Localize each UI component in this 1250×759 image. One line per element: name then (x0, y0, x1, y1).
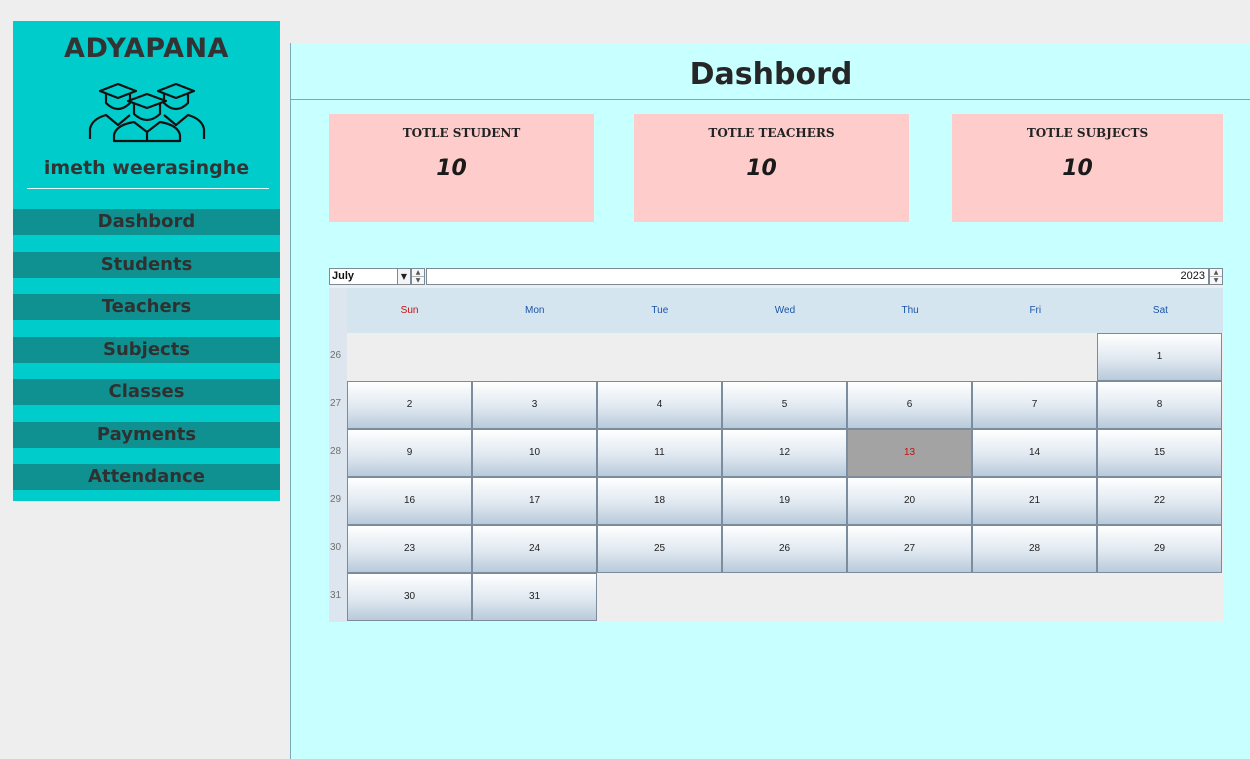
day-button[interactable]: 28 (972, 525, 1097, 573)
nav-item-students[interactable]: Students (13, 252, 280, 278)
spin-up-icon[interactable]: ▲ (412, 269, 424, 276)
stat-value: 10 (436, 156, 467, 181)
day-of-week-label: Sun (400, 305, 419, 316)
chevron-down-icon[interactable]: ▼ (398, 268, 411, 285)
stat-value: 10 (746, 156, 777, 181)
day-button[interactable]: 31 (472, 573, 597, 621)
week-number: 28 (330, 446, 342, 457)
day-button[interactable]: 21 (972, 477, 1097, 525)
day-button[interactable]: 12 (722, 429, 847, 477)
user-name: imeth weerasinghe (43, 157, 250, 179)
day-button[interactable]: 10 (472, 429, 597, 477)
day-button[interactable]: 19 (722, 477, 847, 525)
year-spinner[interactable]: ▲ ▼ (1209, 268, 1223, 285)
day-button-selected[interactable]: 13 (847, 429, 972, 477)
day-button[interactable]: 24 (472, 525, 597, 573)
sidebar-divider (27, 188, 269, 189)
day-button[interactable]: 1 (1097, 333, 1222, 381)
day-of-week-label: Sat (1152, 305, 1168, 316)
calendar: July ▼ ▲ ▼ 2023 ▲ ▼ Sun Mon Tue Wed Thu Fr… (329, 268, 1223, 622)
day-of-week-label: Tue (651, 305, 669, 316)
day-button[interactable]: 25 (597, 525, 722, 573)
nav-item-attendance[interactable]: Attendance (13, 464, 280, 490)
students-group-icon (88, 82, 206, 143)
day-button[interactable]: 30 (347, 573, 472, 621)
week-number: 31 (330, 590, 342, 601)
week-number: 29 (330, 494, 342, 505)
day-button[interactable]: 29 (1097, 525, 1222, 573)
nav-item-subjects[interactable]: Subjects (13, 337, 280, 363)
stat-card-subjects: TOTLE SUBJECTS 10 (952, 114, 1223, 222)
day-button[interactable]: 18 (597, 477, 722, 525)
stat-label: TOTLE SUBJECTS (1026, 126, 1149, 140)
week-number: 26 (330, 350, 342, 361)
day-of-week-label: Mon (524, 305, 545, 316)
spin-down-icon[interactable]: ▼ (412, 276, 424, 284)
day-button[interactable]: 2 (347, 381, 472, 429)
day-button[interactable]: 23 (347, 525, 472, 573)
day-button[interactable]: 6 (847, 381, 972, 429)
spin-down-icon[interactable]: ▼ (1210, 276, 1222, 284)
title-divider (291, 99, 1250, 100)
day-of-week-label: Fri (1029, 305, 1042, 316)
week-number: 27 (330, 398, 342, 409)
day-button[interactable]: 26 (722, 525, 847, 573)
page-title: Dashbord (689, 57, 853, 92)
day-button[interactable]: 8 (1097, 381, 1222, 429)
nav-item-dashbord[interactable]: Dashbord (13, 209, 280, 235)
spin-up-icon[interactable]: ▲ (1210, 269, 1222, 276)
day-button[interactable]: 15 (1097, 429, 1222, 477)
stat-value: 10 (1062, 156, 1093, 181)
day-button[interactable]: 14 (972, 429, 1097, 477)
year-field[interactable]: 2023 (426, 268, 1209, 285)
main-panel: Dashbord TOTLE STUDENT 10 TOTLE TEACHERS… (290, 43, 1250, 759)
stat-label: TOTLE TEACHERS (708, 126, 835, 140)
day-of-week-header: Sun Mon Tue Wed Thu Fri Sat (347, 288, 1223, 333)
day-button[interactable]: 5 (722, 381, 847, 429)
stat-label: TOTLE STUDENT (402, 126, 521, 140)
nav-item-teachers[interactable]: Teachers (13, 294, 280, 320)
day-button[interactable]: 11 (597, 429, 722, 477)
day-of-week-label: Thu (901, 305, 919, 316)
month-select[interactable]: July (329, 268, 398, 285)
week-number: 30 (330, 542, 342, 553)
month-spinner[interactable]: ▲ ▼ (411, 268, 425, 285)
day-button[interactable]: 20 (847, 477, 972, 525)
nav-item-payments[interactable]: Payments (13, 422, 280, 448)
app-brand: ADYAPANA (64, 33, 229, 64)
day-button[interactable]: 22 (1097, 477, 1222, 525)
stat-card-students: TOTLE STUDENT 10 (329, 114, 594, 222)
day-button[interactable]: 16 (347, 477, 472, 525)
day-button[interactable]: 17 (472, 477, 597, 525)
day-button[interactable]: 9 (347, 429, 472, 477)
nav-item-classes[interactable]: Classes (13, 379, 280, 405)
stat-card-teachers: TOTLE TEACHERS 10 (634, 114, 909, 222)
day-button[interactable]: 3 (472, 381, 597, 429)
sidebar: ADYAPANA imeth weerasinghe Dashbord Stud… (13, 21, 280, 501)
day-button[interactable]: 4 (597, 381, 722, 429)
day-button[interactable]: 7 (972, 381, 1097, 429)
day-of-week-label: Wed (774, 305, 796, 316)
day-button[interactable]: 27 (847, 525, 972, 573)
